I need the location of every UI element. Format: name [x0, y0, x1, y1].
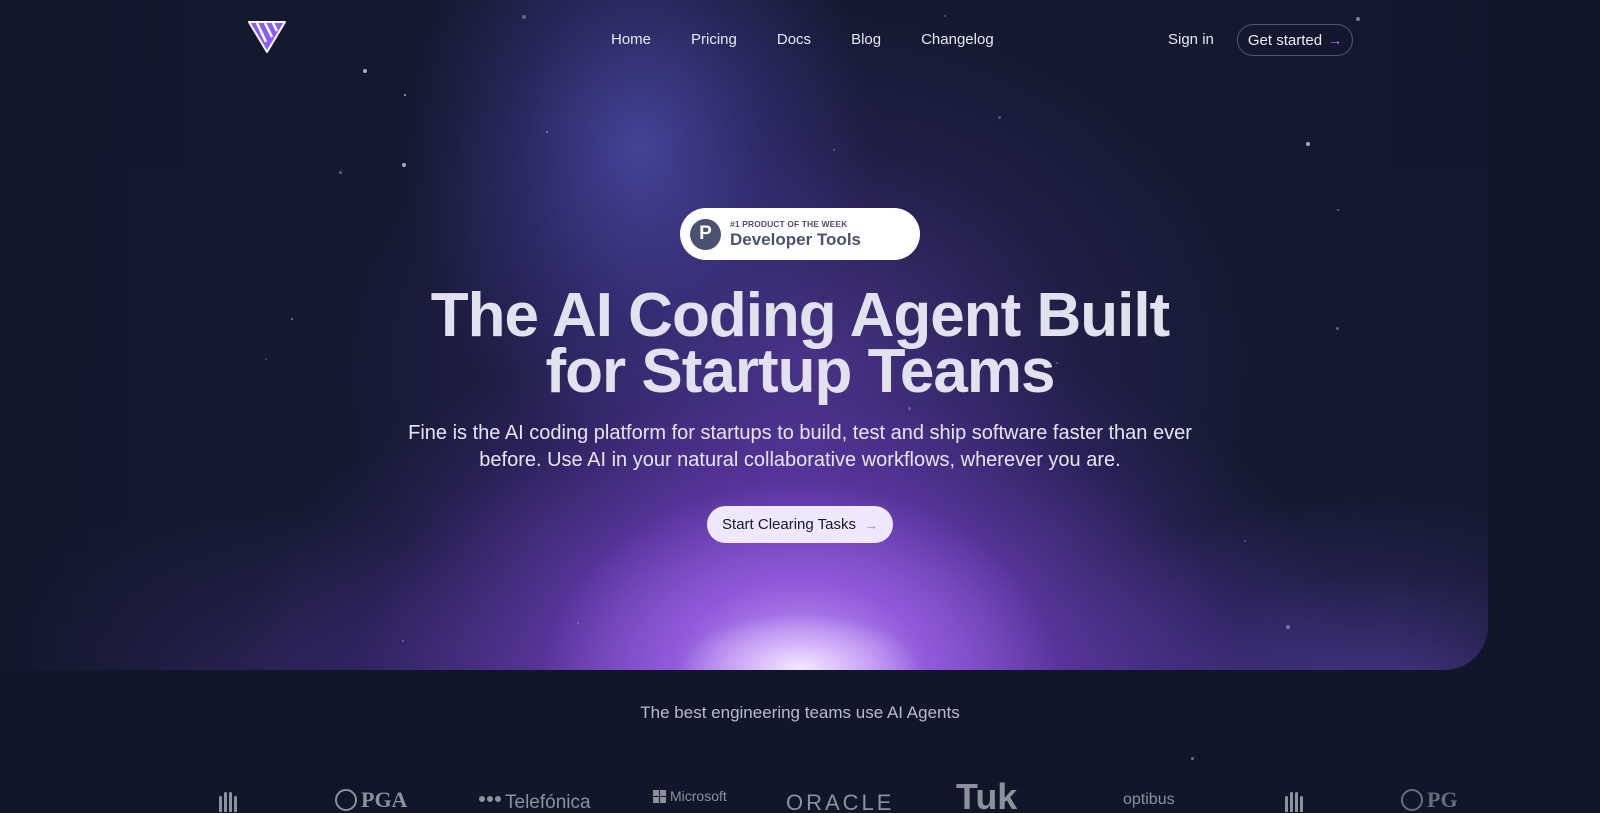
landing-page: Home Pricing Docs Blog Changelog Sign in…	[0, 0, 1600, 813]
nav-links: Home Pricing Docs Blog Changelog	[611, 31, 1034, 49]
nav-link-pricing[interactable]: Pricing	[691, 31, 737, 49]
microsoft-squares-icon	[653, 789, 666, 803]
product-of-the-week-badge[interactable]: P #1 PRODUCT OF THE WEEK Developer Tools	[680, 208, 920, 260]
customer-logo-tuk: Tuk	[956, 776, 1018, 813]
customer-logo-pga: PGA	[335, 787, 407, 813]
customer-logos: PGA Telefónica Microsoft ORACLE Tuk opti…	[0, 776, 1600, 813]
product-hunt-icon: P	[690, 218, 721, 250]
top-navigation: Home Pricing Docs Blog Changelog Sign in…	[0, 0, 1600, 80]
nav-link-docs[interactable]: Docs	[777, 31, 811, 49]
customers-tagline: The best engineering teams use AI Agents	[640, 703, 960, 722]
get-started-label: Get started	[1247, 31, 1323, 49]
bars-logo-icon	[1285, 792, 1303, 812]
customer-logo-telefonica: Telefónica	[479, 784, 591, 813]
nav-link-blog[interactable]: Blog	[851, 31, 881, 49]
customer-logo-optibus: optibus	[1123, 791, 1175, 808]
pga-crest-icon	[335, 789, 357, 811]
brand-logo-icon[interactable]	[247, 20, 287, 54]
telefonica-dots-icon	[479, 796, 501, 802]
bars-logo-icon	[219, 792, 237, 812]
nav-link-changelog[interactable]: Changelog	[921, 31, 994, 49]
start-clearing-tasks-button[interactable]: Start Clearing Tasks →	[707, 506, 893, 543]
badge-caption: #1 PRODUCT OF THE WEEK	[730, 218, 848, 229]
sign-in-link[interactable]: Sign in	[1168, 31, 1214, 49]
get-started-button[interactable]: Get started →	[1237, 24, 1353, 56]
arrow-right-icon: →	[863, 516, 878, 533]
nav-link-home[interactable]: Home	[611, 31, 651, 49]
arrow-right-icon: →	[1328, 32, 1343, 48]
customer-logo-oracle: ORACLE	[786, 790, 895, 813]
customer-logo-bars	[219, 792, 237, 812]
customer-logo-bars	[1285, 792, 1303, 812]
customer-logo-pga: PG	[1401, 787, 1458, 813]
customer-logo-microsoft: Microsoft	[653, 788, 727, 804]
hero-headline: The AI Coding Agent Built for Startup Te…	[430, 281, 1170, 406]
pga-crest-icon	[1401, 789, 1423, 811]
badge-title: Developer Tools	[730, 229, 861, 249]
hero-subtitle: Fine is the AI coding platform for start…	[408, 422, 1192, 471]
cta-label: Start Clearing Tasks	[722, 516, 856, 533]
